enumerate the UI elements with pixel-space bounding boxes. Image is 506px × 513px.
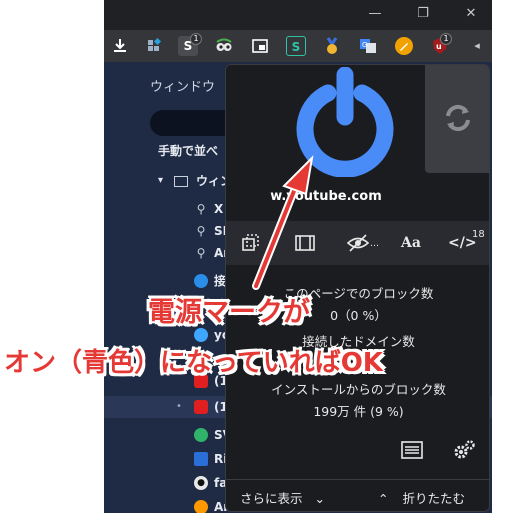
annotation-line-2: オン（青色）になっていればOK <box>4 348 383 378</box>
screenshot: — ❐ ✕ S 1 S G u 1 ◂ ウィンドウ 手動で並べ ▾ ウィン ⚲ … <box>0 0 506 513</box>
annotation-arrow <box>252 155 314 290</box>
annotation-line-1: 電源マークが <box>148 297 310 328</box>
